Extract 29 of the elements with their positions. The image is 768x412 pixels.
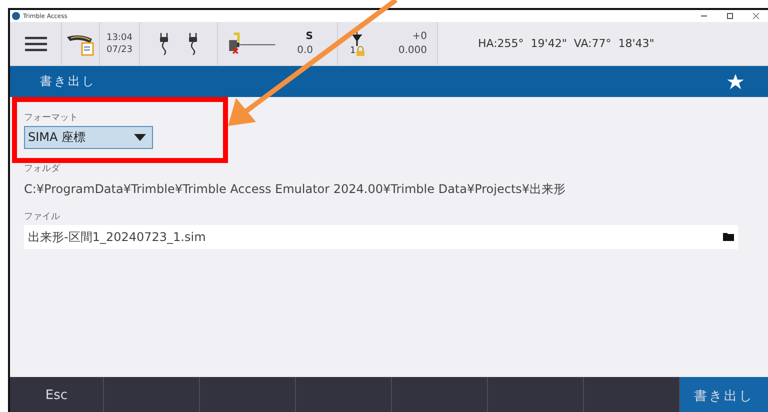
star-icon[interactable]	[727, 74, 744, 90]
export-button[interactable]: 書き出し	[680, 377, 768, 412]
format-dropdown[interactable]: SIMA 座標	[24, 126, 153, 149]
target-offset: +0	[412, 30, 427, 44]
file-name-field[interactable]: 出来形-区間1_20240723_1.sim	[24, 225, 738, 249]
target-height: 0.000	[398, 44, 427, 58]
angle-readout: HA:255° 19'42" VA:77° 18'43"	[478, 37, 654, 50]
field-label: ファイル	[24, 211, 60, 223]
folder-icon[interactable]	[723, 233, 734, 241]
close-icon[interactable]	[752, 12, 760, 20]
field-label: フォーマット	[24, 112, 78, 124]
field-label: フォルダ	[24, 162, 60, 175]
maximize-icon[interactable]	[726, 12, 734, 20]
app-logo-icon	[12, 12, 20, 20]
page-title: 書き出し	[40, 73, 96, 90]
target-number: 1	[350, 46, 356, 56]
date-text: 07/23	[106, 44, 132, 56]
menu-icon	[24, 36, 46, 52]
instrument-value: 0.0	[297, 44, 313, 58]
esc-button[interactable]: Esc	[10, 377, 104, 412]
instrument-status-button[interactable]: S 0.0	[218, 22, 338, 65]
time-text: 13:04	[106, 32, 132, 44]
lock-icon	[356, 46, 365, 56]
power-plug-icon[interactable]	[159, 32, 170, 54]
instrument-label: S	[306, 30, 313, 44]
dropdown-arrow-icon	[134, 134, 146, 141]
folder-path: C:¥ProgramData¥Trimble¥Trimble Access Emulator 2024.00¥Trimble Data¥Projects¥出来形	[24, 181, 566, 198]
prism-target-icon	[350, 32, 364, 46]
power-plug-icon[interactable]	[188, 32, 198, 54]
